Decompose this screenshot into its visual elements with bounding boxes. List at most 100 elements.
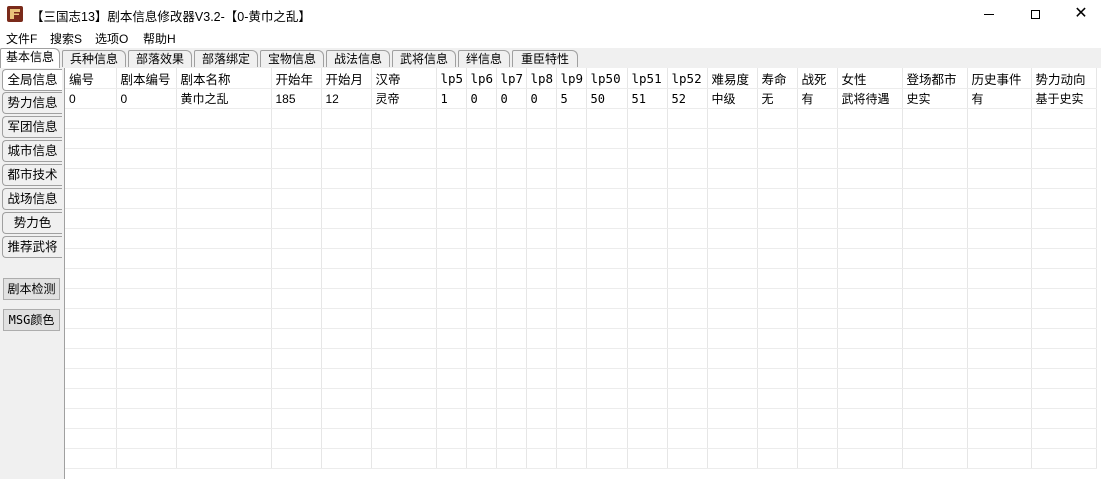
- tab-troop-info[interactable]: 兵种信息: [62, 50, 126, 67]
- empty-cell: [466, 328, 497, 349]
- empty-cell: [1031, 188, 1097, 209]
- empty-cell: [271, 208, 322, 229]
- column-header[interactable]: lp52: [667, 68, 708, 89]
- column-header[interactable]: lp6: [466, 68, 497, 89]
- empty-cell: [837, 248, 903, 269]
- table-cell[interactable]: 无: [757, 88, 798, 109]
- menu-options[interactable]: 选项O: [93, 30, 130, 48]
- empty-cell: [586, 288, 628, 309]
- table-cell[interactable]: 185: [271, 88, 322, 109]
- table-cell[interactable]: 基于史实: [1031, 88, 1097, 109]
- empty-cell: [466, 208, 497, 229]
- close-button[interactable]: ✕: [1058, 0, 1101, 28]
- scenario-check-button[interactable]: 剧本检测: [3, 278, 60, 300]
- maximize-button[interactable]: [1012, 0, 1058, 28]
- column-header[interactable]: 登场都市: [902, 68, 968, 89]
- column-header[interactable]: 寿命: [757, 68, 798, 89]
- column-header[interactable]: 汉帝: [371, 68, 437, 89]
- column-header[interactable]: 战死: [797, 68, 838, 89]
- table-cell[interactable]: 武将待遇: [837, 88, 903, 109]
- empty-cell: [496, 388, 527, 409]
- empty-cell: [436, 408, 467, 429]
- side-tab-corps-info[interactable]: 军团信息: [2, 116, 62, 138]
- empty-cell: [797, 348, 838, 369]
- column-header[interactable]: 女性: [837, 68, 903, 89]
- table-cell[interactable]: 50: [586, 88, 628, 109]
- table-cell[interactable]: 0: [466, 88, 497, 109]
- column-header[interactable]: 剧本编号: [116, 68, 177, 89]
- menu-search[interactable]: 搜索S: [48, 30, 84, 48]
- tab-tribe-effect[interactable]: 部落效果: [128, 50, 192, 67]
- table-cell[interactable]: 0: [65, 88, 117, 109]
- side-tab-global-info[interactable]: 全局信息: [2, 69, 62, 91]
- side-tab-city-tech[interactable]: 都市技术: [2, 164, 62, 186]
- side-tab-battlefield-info[interactable]: 战场信息: [2, 188, 62, 210]
- column-header[interactable]: lp50: [586, 68, 628, 89]
- empty-cell: [271, 288, 322, 309]
- column-header[interactable]: lp7: [496, 68, 527, 89]
- table-row[interactable]: 0 0 黄巾之乱 185 12 灵帝 1 0 0 0 5 50 51 52 中级无有武将待遇 史实有基于史实: [65, 88, 1097, 109]
- empty-cell: [321, 448, 372, 469]
- table-cell[interactable]: 52: [667, 88, 708, 109]
- table-cell[interactable]: 中级: [707, 88, 758, 109]
- table-cell[interactable]: 0: [116, 88, 177, 109]
- empty-cell: [627, 408, 668, 429]
- empty-cell: [116, 308, 177, 329]
- column-header[interactable]: lp9: [556, 68, 587, 89]
- empty-cell: [436, 308, 467, 329]
- menu-help[interactable]: 帮助H: [141, 30, 178, 48]
- empty-cell: [65, 288, 117, 309]
- empty-cell: [667, 208, 708, 229]
- tab-minister-traits[interactable]: 重臣特性: [512, 50, 578, 67]
- tab-officer-info[interactable]: 武将信息: [392, 50, 456, 67]
- empty-cell: [902, 188, 968, 209]
- column-header[interactable]: 开始年: [271, 68, 322, 89]
- column-header[interactable]: 开始月: [321, 68, 372, 89]
- empty-cell: [586, 188, 628, 209]
- table-cell[interactable]: 黄巾之乱: [176, 88, 272, 109]
- empty-cell: [526, 188, 557, 209]
- minimize-button[interactable]: [966, 0, 1012, 28]
- table-cell[interactable]: 有: [797, 88, 838, 109]
- column-header[interactable]: 历史事件: [967, 68, 1032, 89]
- empty-cell: [116, 168, 177, 189]
- empty-cell: [371, 328, 437, 349]
- table-header-row[interactable]: 编号 剧本编号 剧本名称 开始年 开始月 汉帝 lp5 lp6 lp7 lp8 lp9 lp50 lp5…: [65, 68, 1097, 89]
- column-header[interactable]: lp51: [627, 68, 668, 89]
- menu-file[interactable]: 文件F: [4, 30, 39, 48]
- table-cell[interactable]: 1: [436, 88, 467, 109]
- tab-tactics-info[interactable]: 战法信息: [326, 50, 390, 67]
- tab-tribe-binding[interactable]: 部落绑定: [194, 50, 258, 67]
- column-header[interactable]: 剧本名称: [176, 68, 272, 89]
- table-cell[interactable]: 0: [496, 88, 527, 109]
- side-tab-city-info[interactable]: 城市信息: [2, 140, 62, 162]
- empty-cell: [65, 228, 117, 249]
- empty-cell: [65, 368, 117, 389]
- table-cell[interactable]: 5: [556, 88, 587, 109]
- table-cell[interactable]: 灵帝: [371, 88, 437, 109]
- side-tab-force-info[interactable]: 势力信息: [2, 92, 62, 114]
- table-cell[interactable]: 有: [967, 88, 1032, 109]
- side-tab-recommended-officers[interactable]: 推荐武将: [2, 236, 62, 258]
- empty-cell: [967, 428, 1032, 449]
- table-cell[interactable]: 0: [526, 88, 557, 109]
- empty-cell: [65, 388, 117, 409]
- window-title: 【三国志13】剧本信息修改器V3.2-【0-黄巾之乱】: [31, 10, 311, 24]
- tab-bond-info[interactable]: 绊信息: [458, 50, 510, 67]
- empty-cell: [436, 148, 467, 169]
- tab-treasure-info[interactable]: 宝物信息: [260, 50, 324, 67]
- table-cell[interactable]: 51: [627, 88, 668, 109]
- empty-cell: [707, 428, 758, 449]
- column-header[interactable]: 编号: [65, 68, 117, 89]
- column-header[interactable]: lp5: [436, 68, 467, 89]
- column-header[interactable]: 难易度: [707, 68, 758, 89]
- empty-cell: [757, 248, 798, 269]
- tab-basic-info[interactable]: 基本信息: [0, 48, 60, 69]
- column-header[interactable]: lp8: [526, 68, 557, 89]
- column-header[interactable]: 势力动向: [1031, 68, 1097, 89]
- table-cell[interactable]: 史实: [902, 88, 968, 109]
- msg-color-button[interactable]: MSG颜色: [3, 309, 60, 331]
- table-cell[interactable]: 12: [321, 88, 372, 109]
- side-tab-force-color[interactable]: 势力色: [2, 212, 62, 234]
- empty-cell: [466, 268, 497, 289]
